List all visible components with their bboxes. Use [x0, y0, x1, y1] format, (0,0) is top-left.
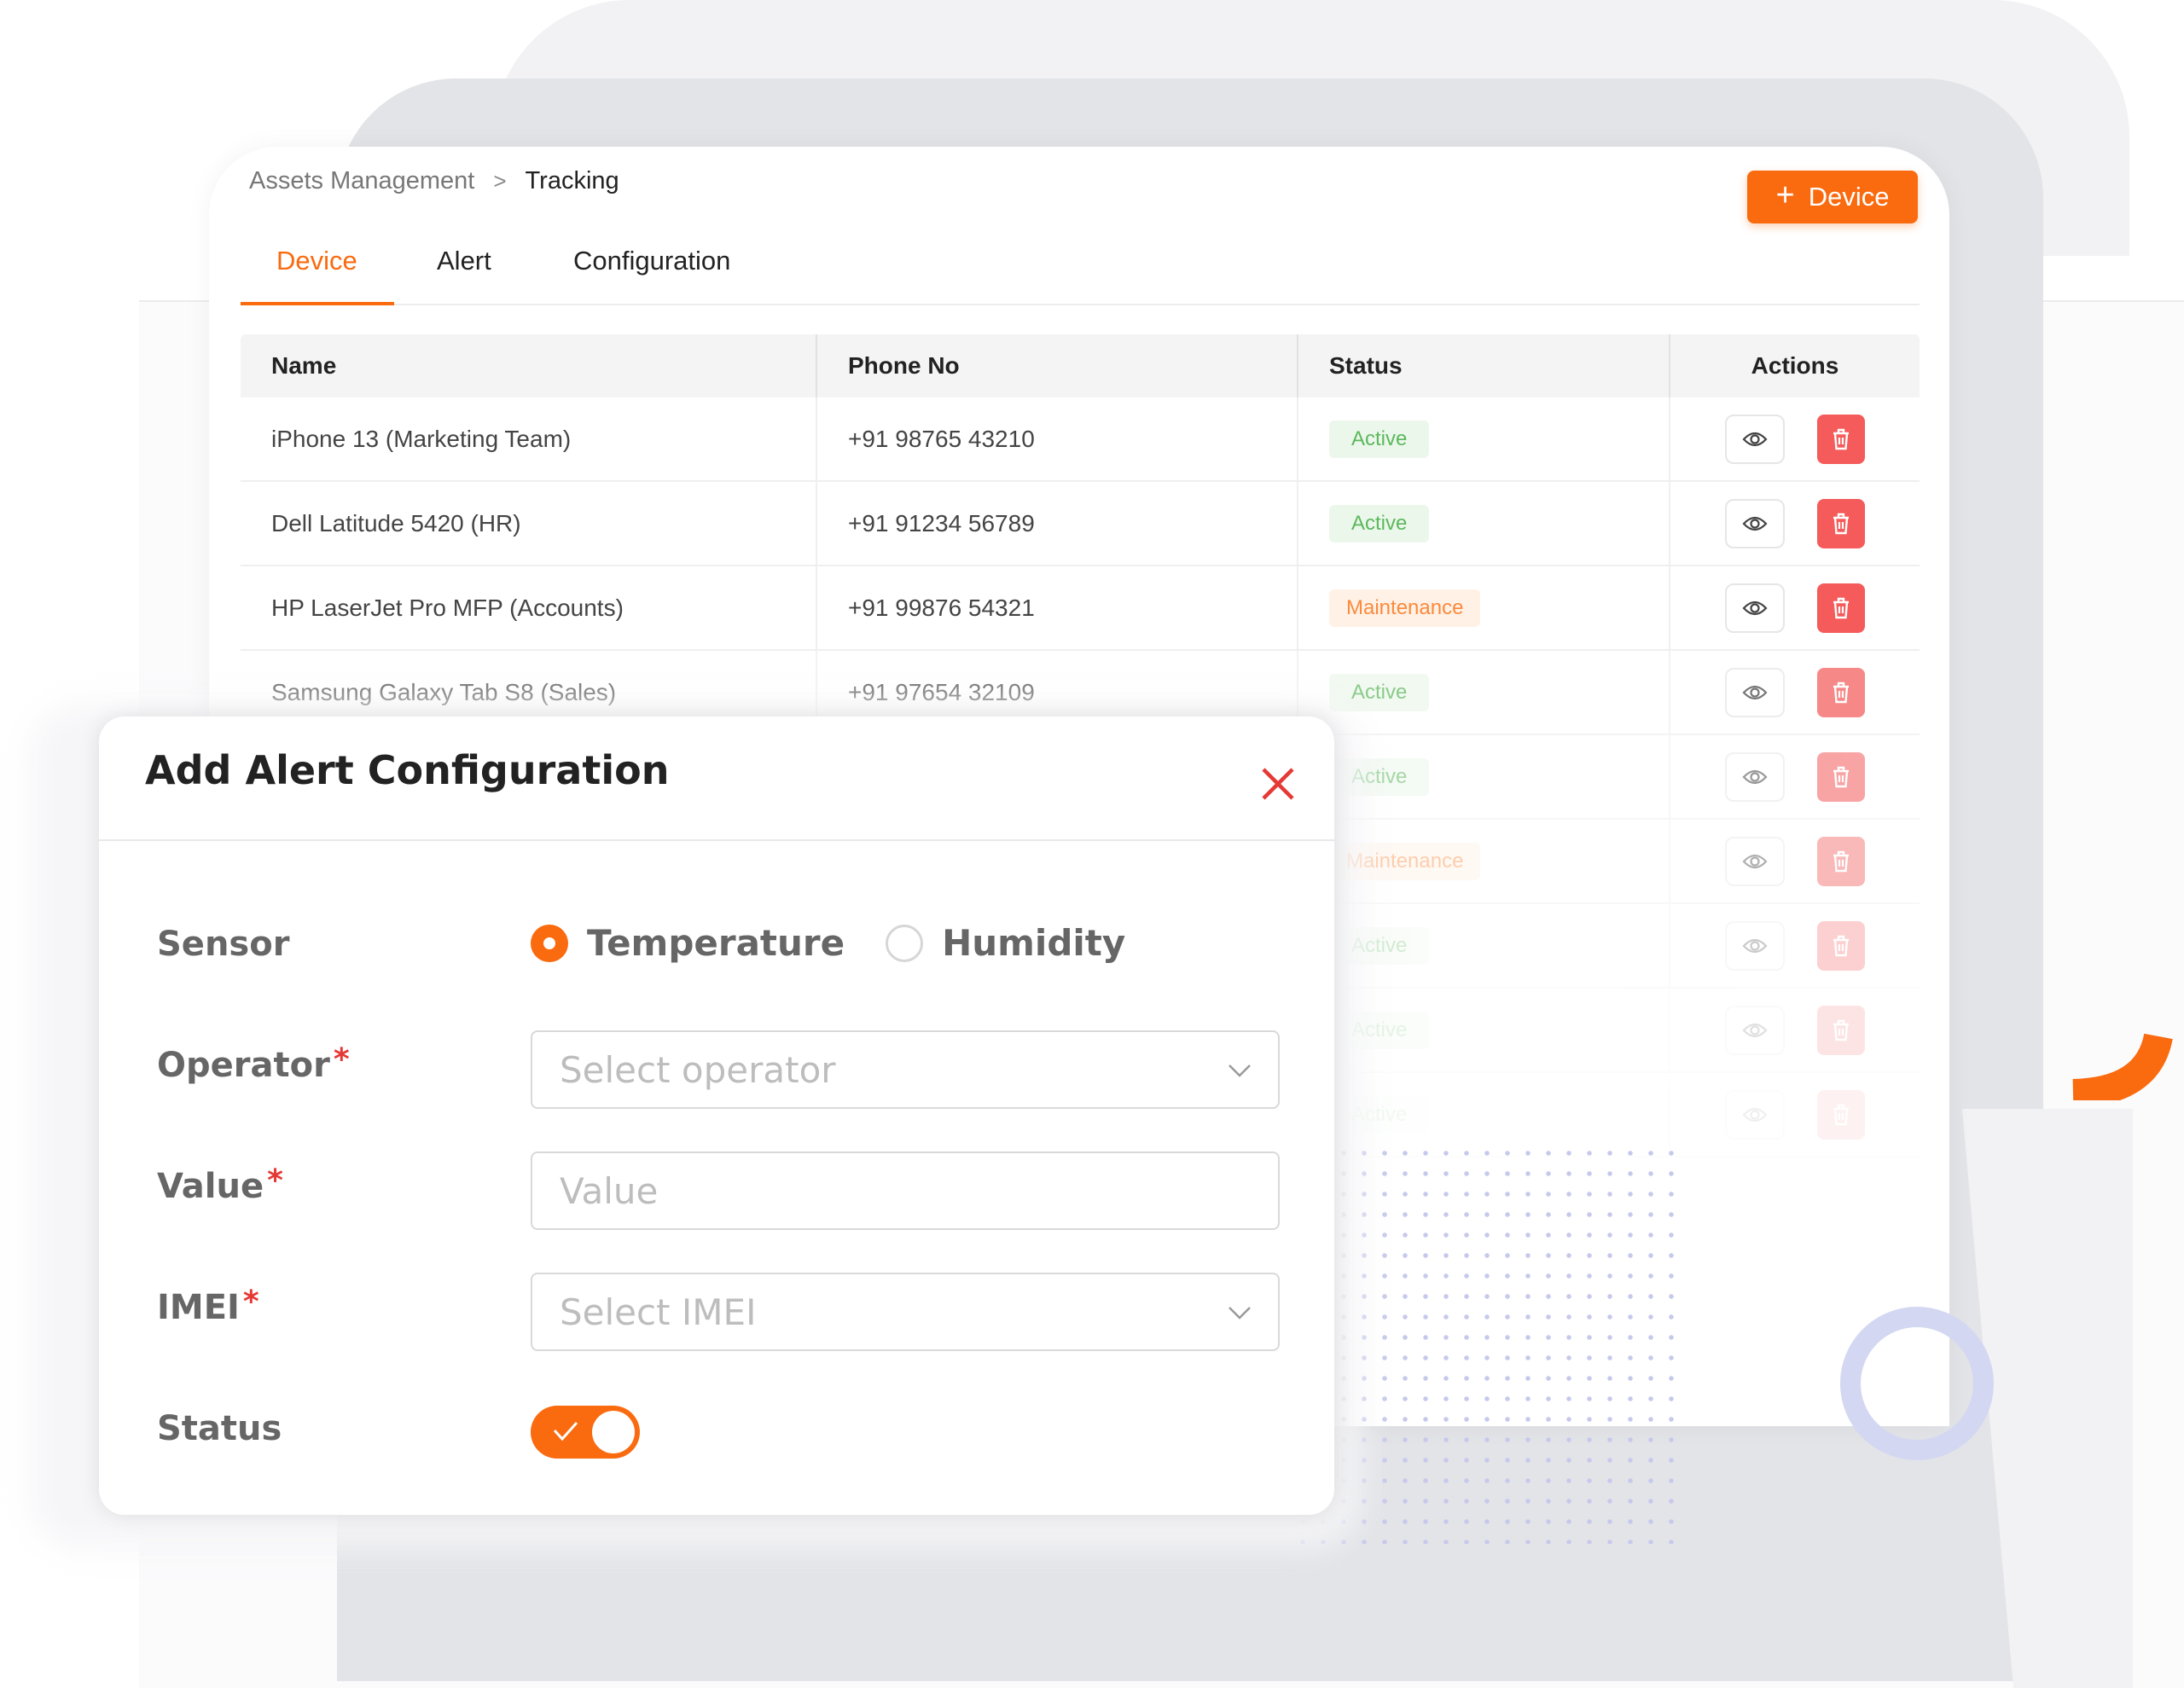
device-name: Samsung Galaxy Tab S8 (Sales)	[271, 678, 617, 705]
add-device-label: Device	[1808, 182, 1890, 212]
trash-icon[interactable]	[1817, 751, 1865, 802]
operator-select[interactable]: Select operator	[531, 1030, 1280, 1109]
decorative-ring	[1840, 1307, 1994, 1460]
eye-icon[interactable]	[1725, 667, 1785, 717]
modal-title: Add Alert Configuration	[145, 747, 670, 793]
status-badge: Maintenance	[1329, 589, 1481, 627]
eye-icon[interactable]	[1725, 414, 1785, 464]
tab-alert[interactable]: Alert	[437, 246, 491, 276]
chevron-down-icon	[1228, 1307, 1251, 1320]
trash-icon[interactable]	[1817, 414, 1865, 464]
trash-icon[interactable]	[1817, 498, 1865, 548]
table-row: Dell Latitude 5420 (HR) +91 91234 56789 Ac…	[241, 482, 1920, 566]
value-label: Value *	[157, 1163, 283, 1206]
breadcrumb-separator: >	[493, 168, 507, 194]
trash-icon[interactable]	[1817, 667, 1865, 717]
device-name: iPhone 13 (Marketing Team)	[271, 425, 572, 452]
trash-icon[interactable]	[1817, 1005, 1865, 1055]
trash-icon[interactable]	[1817, 583, 1865, 633]
check-icon	[553, 1421, 578, 1441]
add-device-button[interactable]: + Device	[1747, 171, 1918, 223]
value-placeholder: Value	[560, 1169, 659, 1212]
add-alert-modal: Add Alert Configuration Sensor Temperatu…	[99, 716, 1334, 1515]
eye-icon[interactable]	[1725, 751, 1785, 802]
close-icon[interactable]	[1255, 761, 1301, 807]
breadcrumb: Assets Management > Tracking	[249, 167, 619, 195]
eye-icon[interactable]	[1725, 920, 1785, 971]
trash-icon[interactable]	[1817, 920, 1865, 971]
radio-temperature[interactable]	[531, 924, 568, 962]
table-row: iPhone 13 (Marketing Team) +91 98765 4321…	[241, 397, 1920, 482]
eye-icon[interactable]	[1725, 1005, 1785, 1055]
header-status: Status	[1329, 352, 1403, 379]
device-phone: +91 97654 32109	[848, 678, 1035, 705]
status-badge: Active	[1329, 673, 1430, 711]
trash-icon[interactable]	[1817, 1089, 1865, 1140]
device-phone: +91 99876 54321	[848, 594, 1035, 621]
radio-humidity[interactable]	[886, 924, 924, 962]
status-toggle[interactable]	[531, 1406, 640, 1459]
imei-placeholder: Select IMEI	[560, 1291, 757, 1333]
sensor-label: Sensor	[157, 925, 290, 964]
required-marker: *	[333, 1042, 350, 1077]
breadcrumb-current: Tracking	[525, 167, 619, 194]
tab-device[interactable]: Device	[276, 246, 357, 276]
plus-icon: +	[1775, 177, 1795, 213]
device-phone: +91 91234 56789	[848, 509, 1035, 537]
eye-icon[interactable]	[1725, 836, 1785, 886]
device-phone: +91 98765 43210	[848, 425, 1035, 452]
trash-icon[interactable]	[1817, 836, 1865, 886]
decorative-arc	[2072, 1033, 2173, 1100]
imei-label: IMEI *	[157, 1285, 259, 1327]
table-header: Name Phone No Status Actions	[241, 334, 1920, 397]
radio-humidity-label[interactable]: Humidity	[942, 922, 1125, 964]
eye-icon[interactable]	[1725, 583, 1785, 633]
device-name: Dell Latitude 5420 (HR)	[271, 509, 521, 537]
modal-header: Add Alert Configuration	[99, 716, 1334, 841]
header-phone: Phone No	[848, 352, 960, 379]
toggle-knob	[592, 1411, 635, 1453]
header-actions: Actions	[1751, 352, 1839, 379]
header-name: Name	[271, 352, 337, 379]
device-name: HP LaserJet Pro MFP (Accounts)	[271, 594, 624, 621]
status-badge: Active	[1329, 420, 1430, 458]
chevron-down-icon	[1228, 1064, 1251, 1077]
tab-configuration[interactable]: Configuration	[573, 246, 730, 276]
status-badge: Active	[1329, 504, 1430, 542]
breadcrumb-parent[interactable]: Assets Management	[249, 167, 474, 195]
eye-icon[interactable]	[1725, 1089, 1785, 1140]
operator-placeholder: Select operator	[560, 1048, 836, 1091]
required-marker: *	[242, 1285, 259, 1320]
value-input[interactable]: Value	[531, 1151, 1280, 1230]
tab-bar: Device Alert Configuration	[241, 230, 1920, 305]
eye-icon[interactable]	[1725, 498, 1785, 548]
sensor-radio-group: Temperature Humidity	[531, 922, 1166, 964]
active-tab-indicator	[241, 302, 394, 305]
imei-select[interactable]: Select IMEI	[531, 1273, 1280, 1351]
table-row: HP LaserJet Pro MFP (Accounts) +91 99876 …	[241, 566, 1920, 651]
operator-label: Operator *	[157, 1042, 350, 1085]
radio-temperature-label[interactable]: Temperature	[587, 922, 845, 964]
status-label: Status	[157, 1409, 282, 1448]
required-marker: *	[267, 1163, 283, 1198]
